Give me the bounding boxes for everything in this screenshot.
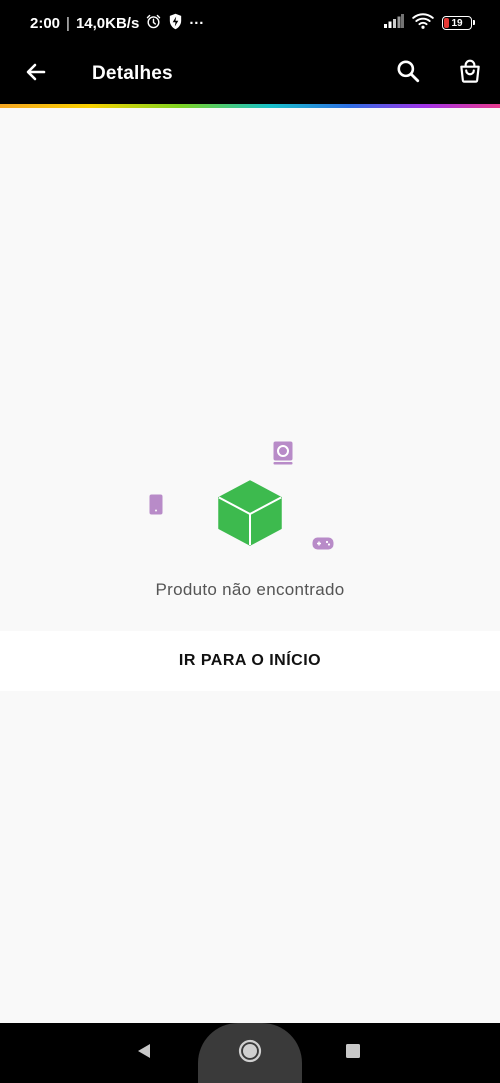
back-button[interactable]	[22, 60, 50, 88]
status-left: 2:00 | 14,0KB/s ···	[30, 13, 204, 33]
home-circle-icon	[238, 1039, 262, 1068]
more-dots: ···	[189, 14, 205, 32]
status-right: 19	[384, 12, 475, 34]
book-icon	[273, 441, 293, 470]
phone-icon	[149, 494, 163, 520]
wifi-icon	[412, 12, 434, 34]
go-home-button[interactable]: IR PARA O INÍCIO	[0, 631, 500, 691]
back-triangle-icon	[135, 1042, 153, 1065]
shield-bolt-icon	[168, 13, 183, 34]
alarm-icon	[145, 13, 162, 34]
page-title: Detalhes	[92, 63, 173, 84]
status-bar: 2:00 | 14,0KB/s ··· 19	[0, 0, 500, 46]
search-button[interactable]	[394, 59, 422, 87]
battery-fill	[444, 18, 449, 28]
nav-home-button[interactable]	[238, 1039, 262, 1068]
shopping-bag-icon	[457, 58, 483, 89]
cart-button[interactable]	[456, 59, 484, 87]
search-icon	[395, 58, 421, 89]
gamepad-icon	[312, 537, 334, 555]
status-time: 2:00	[30, 14, 61, 32]
battery-level: 19	[451, 17, 463, 29]
system-nav-bar	[0, 1023, 500, 1083]
signal-icon	[384, 13, 404, 33]
empty-state-illustration	[140, 436, 360, 556]
nav-recents-button[interactable]	[341, 1041, 365, 1065]
nav-back-button[interactable]	[132, 1041, 156, 1065]
empty-state-message: Produto não encontrado	[155, 580, 345, 599]
arrow-left-icon	[24, 60, 48, 89]
battery-icon: 19	[442, 16, 475, 30]
network-speed: 14,0KB/s	[75, 14, 140, 32]
accent-gradient-bar	[0, 104, 500, 108]
recents-square-icon	[345, 1043, 361, 1064]
box-icon	[218, 480, 282, 551]
app-bar: Detalhes	[0, 46, 500, 104]
status-separator: |	[66, 14, 70, 32]
